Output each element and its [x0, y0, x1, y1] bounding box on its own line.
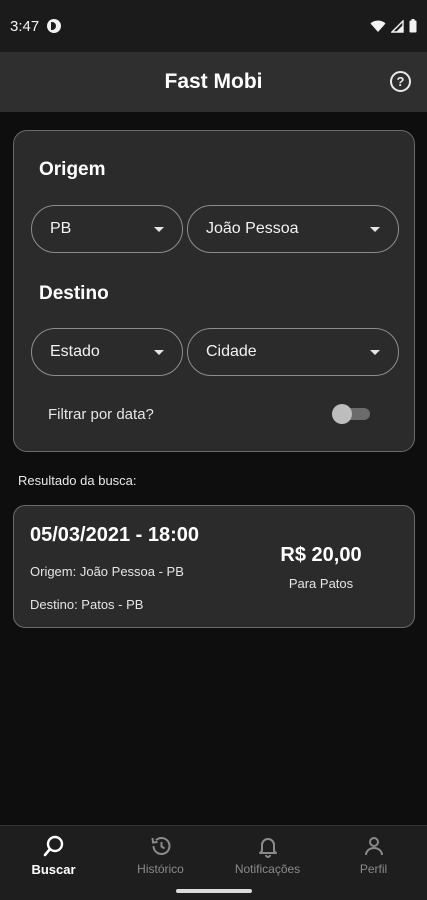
nav-label-notificacoes: Notificações [234, 862, 301, 876]
status-time: 3:47 [10, 17, 40, 35]
nav-item-historico[interactable]: Histórico [107, 834, 214, 882]
results-label: Resultado da busca: [18, 473, 137, 488]
origin-state-select[interactable]: PB [31, 205, 183, 253]
destination-label: Destino [39, 283, 109, 304]
origin-state-value: PB [50, 220, 72, 237]
nav-item-notificacoes[interactable]: Notificações [214, 834, 321, 882]
battery-icon [409, 19, 417, 33]
search-card: Origem PB João Pessoa Destino Estado Cid… [13, 130, 415, 452]
help-icon[interactable]: ? [390, 71, 411, 92]
status-icons [370, 19, 417, 33]
trip-price: R$ 20,00 [280, 544, 362, 566]
trip-price-subtitle: Para Patos [288, 576, 354, 591]
nav-label-buscar: Buscar [31, 862, 76, 877]
destination-city-select[interactable]: Cidade [187, 328, 399, 376]
destination-state-select[interactable]: Estado [31, 328, 183, 376]
signal-icon [391, 19, 404, 33]
app-bar: Fast Mobi ? [0, 52, 427, 112]
chevron-down-icon [154, 226, 164, 232]
destination-city-value: Cidade [206, 343, 257, 360]
origin-city-value: João Pessoa [206, 220, 299, 237]
toggle-thumb [332, 404, 352, 424]
app-notification-icon [47, 19, 62, 33]
destination-state-value: Estado [50, 343, 100, 360]
filter-by-date-toggle[interactable] [332, 404, 370, 424]
nav-item-perfil[interactable]: Perfil [320, 834, 427, 882]
chevron-down-icon [370, 349, 380, 355]
nav-label-perfil: Perfil [359, 862, 388, 876]
person-icon [364, 837, 383, 856]
wifi-icon [370, 20, 386, 32]
origin-label: Origem [39, 159, 106, 180]
chevron-down-icon [370, 226, 380, 232]
home-indicator[interactable] [176, 889, 252, 893]
filter-by-date-label: Filtrar por data? [48, 406, 154, 423]
nav-item-buscar[interactable]: Buscar [0, 834, 107, 882]
chevron-down-icon [154, 349, 164, 355]
origin-city-select[interactable]: João Pessoa [187, 205, 399, 253]
trip-destination: Destino: Patos - PB [30, 597, 144, 612]
search-icon [43, 835, 63, 857]
bell-icon [258, 838, 277, 858]
trip-result-card[interactable]: 05/03/2021 - 18:00 Origem: João Pessoa -… [13, 505, 415, 628]
history-icon [151, 837, 170, 855]
status-bar: 3:47 [0, 0, 427, 52]
trip-origin: Origem: João Pessoa - PB [30, 564, 184, 579]
app-title: Fast Mobi [164, 70, 263, 93]
nav-label-historico: Histórico [137, 862, 184, 876]
trip-datetime: 05/03/2021 - 18:00 [30, 524, 200, 546]
